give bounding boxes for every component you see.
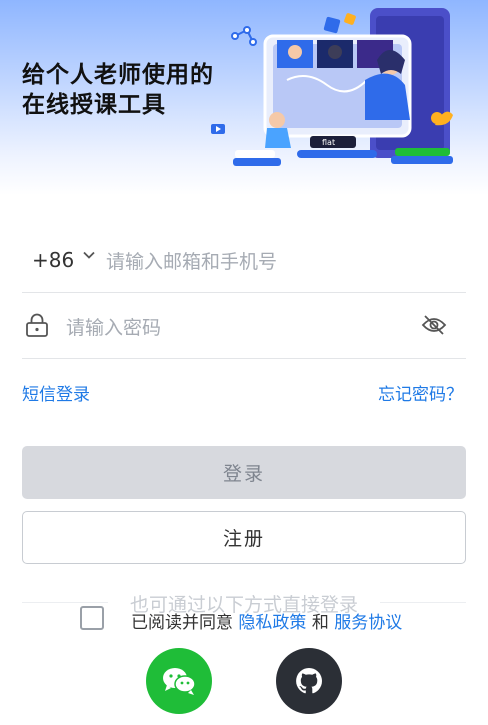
wechat-icon	[163, 668, 196, 695]
agreement-prefix: 已阅读并同意	[131, 613, 233, 633]
service-agreement-link[interactable]: 服务协议	[334, 613, 402, 633]
country-code-selector[interactable]: +86	[32, 248, 74, 272]
password-input[interactable]: 请输入密码	[66, 313, 161, 340]
phone-input[interactable]: 请输入邮箱和手机号	[106, 247, 277, 274]
phone-field[interactable]: +86 请输入邮箱和手机号	[22, 226, 466, 293]
eye-off-icon[interactable]	[420, 312, 448, 338]
wechat-login-button[interactable]	[146, 648, 212, 714]
github-icon	[296, 668, 322, 694]
register-button[interactable]: 注册	[22, 511, 466, 564]
github-login-button[interactable]	[276, 648, 342, 714]
svg-text:flat: flat	[322, 138, 335, 147]
hero-banner: 给个人老师使用的 在线授课工具 flat flat	[0, 0, 488, 195]
sms-login-link[interactable]: 短信登录	[22, 380, 90, 405]
agreement-text: 已阅读并同意 隐私政策 和 服务协议	[131, 608, 402, 633]
agreement-conjunction: 和	[311, 613, 329, 633]
chevron-down-icon[interactable]	[82, 248, 96, 262]
agreement-row: 已阅读并同意 隐私政策 和 服务协议	[0, 606, 488, 634]
hero-title-line2: 在线授课工具	[22, 92, 166, 118]
lock-icon	[26, 313, 48, 337]
hero-title-line1: 给个人老师使用的	[22, 62, 214, 88]
agreement-checkbox[interactable]	[80, 606, 104, 630]
password-field[interactable]: 请输入密码	[22, 292, 466, 359]
forgot-password-link[interactable]: 忘记密码？	[378, 380, 463, 405]
hero-title: 给个人老师使用的 在线授课工具	[22, 60, 214, 120]
online-teaching-illustration: flat flat	[211, 8, 453, 166]
login-button[interactable]: 登录	[22, 446, 466, 499]
privacy-policy-link[interactable]: 隐私政策	[238, 613, 306, 633]
